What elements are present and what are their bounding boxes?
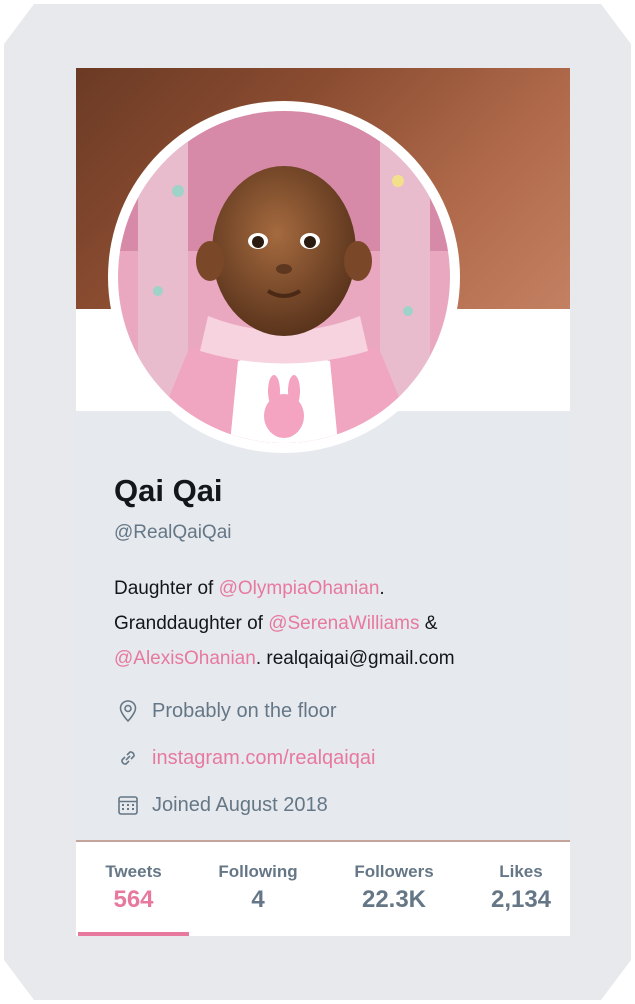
profile-website: instagram.com/realqaiqai [114, 743, 375, 773]
website-link[interactable]: instagram.com/realqaiqai [152, 747, 375, 770]
bio-text: Granddaughter of [114, 613, 269, 634]
bio-text: . [379, 578, 385, 599]
bio-text: . realqaiqai@gmail.com [255, 648, 455, 669]
stat-value: 564 [113, 886, 154, 913]
stat-value: 22.3K [361, 886, 427, 913]
profile-joined: Joined August 2018 [114, 790, 328, 820]
bio-mention-olympia[interactable]: @OlympiaOhanian [219, 578, 380, 599]
profile-handle: @RealQaiQai [114, 522, 232, 543]
stat-following[interactable]: Following 4 [200, 842, 316, 936]
profile-stats: Tweets 564 Following 4 Followers 22.3K L… [76, 842, 570, 936]
active-tab-indicator [78, 932, 189, 936]
stat-value: 2,134 [490, 886, 552, 913]
bio-mention-serena[interactable]: @SerenaWilliams [268, 613, 419, 634]
map-pin-icon [114, 697, 142, 725]
bio-mention-alexis[interactable]: @AlexisOhanian [114, 648, 256, 669]
stat-likes[interactable]: Likes 2,134 [472, 842, 570, 936]
profile-bio: Daughter of @OlympiaOhanian. Granddaught… [114, 571, 554, 676]
stat-tweets[interactable]: Tweets 564 [76, 842, 191, 936]
avatar[interactable] [108, 101, 460, 453]
joined-text: Joined August 2018 [152, 793, 328, 816]
stat-label: Tweets [105, 862, 162, 881]
stat-value: 4 [251, 886, 265, 913]
profile-card: Qai Qai @RealQaiQai Daughter of @Olympia… [76, 68, 570, 936]
calendar-icon [114, 791, 142, 819]
stat-label: Following [218, 862, 298, 881]
profile-name: Qai Qai [114, 473, 223, 508]
location-text: Probably on the floor [152, 699, 337, 722]
bio-text: & [419, 613, 438, 634]
bio-text: Daughter of [114, 578, 219, 599]
stat-label: Likes [499, 862, 543, 881]
stat-label: Followers [354, 862, 434, 881]
stat-followers[interactable]: Followers 22.3K [332, 842, 456, 936]
link-icon [114, 744, 142, 772]
avatar-photo [118, 111, 450, 443]
profile-location: Probably on the floor [114, 696, 337, 726]
